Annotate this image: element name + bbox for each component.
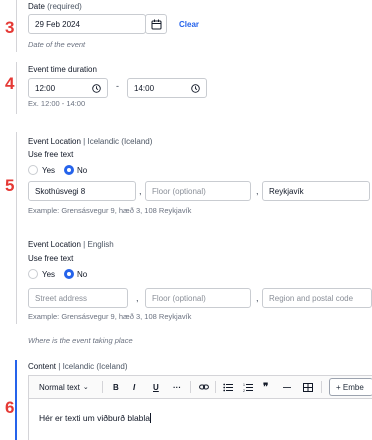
- time-range-dash: -: [116, 81, 119, 91]
- text-cursor: [150, 413, 152, 423]
- comma-separator: ,: [136, 293, 139, 303]
- free-text-no-label: No: [77, 270, 88, 279]
- quote-button[interactable]: ❞: [263, 376, 268, 398]
- floor-input-is[interactable]: Floor (optional): [145, 181, 251, 201]
- location-en-label: Event Location | English: [28, 240, 114, 249]
- end-time-value: 14:00: [134, 83, 155, 93]
- calendar-icon: [151, 19, 161, 29]
- start-time-input[interactable]: 12:00: [28, 78, 108, 98]
- chevron-down-icon: ⌄: [82, 384, 89, 391]
- free-text-no-radio[interactable]: [64, 165, 74, 175]
- region-input-en[interactable]: Region and postal code: [262, 288, 372, 308]
- section-4-rail: [16, 62, 17, 114]
- table-icon: [303, 382, 313, 392]
- street-address-input-en[interactable]: Street address: [28, 288, 128, 308]
- free-text-yes-label: Yes: [42, 166, 56, 175]
- use-free-text-label: Use free text: [28, 150, 74, 159]
- content-editor[interactable]: Hér er texti um viðburð blabla: [28, 399, 372, 440]
- italic-button[interactable]: I: [133, 376, 135, 398]
- location-is-example: Example: Grensásvegur 9, hæð 3, 108 Reyk…: [28, 206, 192, 215]
- location-en-example: Example: Grensásvegur 9, hæð 3, 108 Reyk…: [28, 312, 192, 321]
- bullet-list-icon: [223, 383, 233, 391]
- toolbar-divider: [190, 381, 191, 393]
- calendar-button[interactable]: [145, 14, 167, 34]
- horizontal-rule-button[interactable]: —: [283, 376, 291, 398]
- free-text-no-label: No: [77, 166, 88, 175]
- location-is-label: Event Location | Icelandic (Iceland): [28, 137, 153, 146]
- use-free-text-label: Use free text: [28, 254, 74, 263]
- step-number-3: 3: [5, 18, 15, 37]
- start-time-value: 12:00: [35, 83, 56, 93]
- section-3-rail: [16, 0, 17, 52]
- bold-button[interactable]: B: [113, 376, 119, 398]
- street-address-input-is[interactable]: Skothúsvegi 8: [28, 181, 136, 201]
- clock-icon: [92, 83, 101, 93]
- svg-text:2: 2: [243, 389, 245, 392]
- clock-icon: [191, 83, 200, 93]
- step-number-5: 5: [5, 176, 15, 195]
- free-text-no-radio[interactable]: [64, 269, 74, 279]
- toolbar-divider: [102, 381, 103, 393]
- date-help-text: Date of the event: [28, 40, 86, 49]
- required-marker: (required): [47, 2, 82, 11]
- comma-separator: ,: [256, 293, 259, 303]
- link-button[interactable]: [199, 376, 209, 398]
- section-6-rail: [15, 360, 17, 440]
- time-duration-label: Event time duration: [28, 65, 97, 74]
- content-text: Hér er texti um viðburð blabla: [39, 413, 152, 423]
- free-text-yes-label: Yes: [42, 270, 56, 279]
- text-style-dropdown[interactable]: Normal text ⌄: [39, 376, 89, 398]
- embed-button[interactable]: + Embe: [329, 378, 372, 396]
- location-help-text: Where is the event taking place: [28, 336, 133, 345]
- step-number-4: 4: [5, 74, 15, 93]
- clear-date-link[interactable]: Clear: [179, 20, 199, 29]
- comma-separator: ,: [256, 186, 259, 196]
- free-text-yes-radio[interactable]: [28, 269, 38, 279]
- content-label: Content | Icelandic (Iceland): [28, 362, 128, 371]
- date-input[interactable]: 29 Feb 2024: [28, 14, 146, 34]
- floor-input-en[interactable]: Floor (optional): [145, 288, 251, 308]
- step-number-6: 6: [5, 398, 15, 417]
- svg-text:1: 1: [243, 383, 245, 387]
- region-input-is[interactable]: Reykjavík: [262, 181, 370, 201]
- bullet-list-button[interactable]: [223, 376, 233, 398]
- link-icon: [199, 384, 209, 390]
- numbered-list-button[interactable]: 1 2: [243, 376, 253, 398]
- numbered-list-icon: 1 2: [243, 383, 253, 392]
- end-time-input[interactable]: 14:00: [127, 78, 207, 98]
- underline-button[interactable]: U: [153, 376, 159, 398]
- table-button[interactable]: [303, 376, 313, 398]
- free-text-yes-radio[interactable]: [28, 165, 38, 175]
- section-5-rail: [16, 132, 17, 324]
- editor-toolbar: Normal text ⌄ B I U ··· 1 2 ❞ — + Embe: [28, 375, 372, 399]
- time-help-text: Ex. 12:00 - 14:00: [28, 99, 86, 108]
- toolbar-divider: [321, 381, 322, 393]
- comma-separator: ,: [139, 186, 142, 196]
- toolbar-divider: [215, 381, 216, 393]
- date-label: Date (required): [28, 2, 82, 11]
- more-formatting-button[interactable]: ···: [173, 376, 181, 398]
